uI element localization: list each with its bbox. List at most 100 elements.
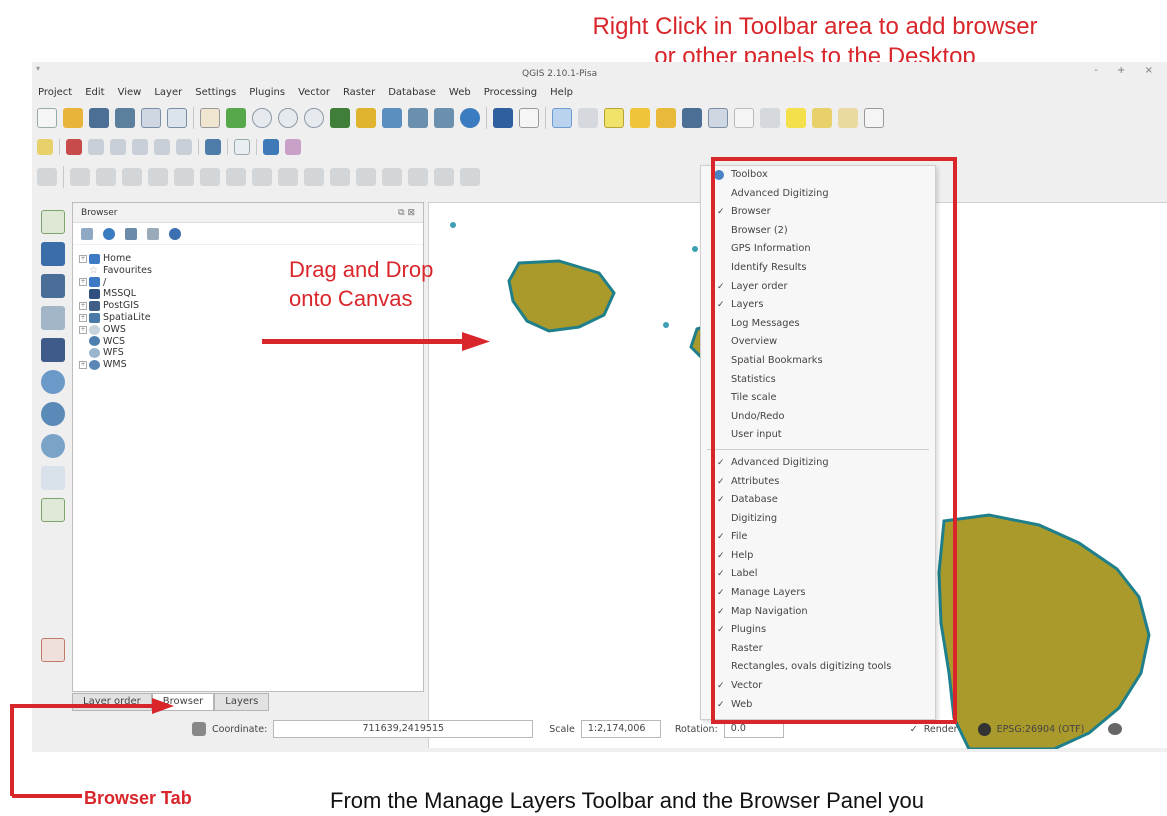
zoom-full-icon[interactable] <box>330 108 350 128</box>
zoom-last-icon[interactable] <box>408 108 428 128</box>
save-as-icon[interactable] <box>115 108 135 128</box>
zoom-in-icon[interactable] <box>252 108 272 128</box>
window-controls[interactable]: - + × <box>1094 65 1161 76</box>
split-features-icon[interactable] <box>330 168 350 186</box>
text-annotation-icon[interactable] <box>864 108 884 128</box>
redo-icon[interactable] <box>96 168 116 186</box>
measure-line-icon[interactable] <box>760 108 780 128</box>
whats-this-icon[interactable] <box>519 108 539 128</box>
composer-manager-icon[interactable] <box>167 108 187 128</box>
zoom-to-selection-icon[interactable] <box>356 108 376 128</box>
add-part-icon[interactable] <box>174 168 194 186</box>
render-checkbox[interactable]: ✓ <box>910 724 918 735</box>
filter-icon[interactable] <box>125 227 137 240</box>
tree-item-wms[interactable]: + WMS <box>79 359 423 371</box>
expression-select-icon[interactable] <box>656 108 676 128</box>
add-mssql-layer-icon[interactable] <box>41 338 65 362</box>
change-label-icon[interactable] <box>176 139 192 155</box>
tab-layers[interactable]: Layers <box>214 693 270 711</box>
identify-icon[interactable] <box>493 108 513 128</box>
panel-float-close-icons[interactable]: ⧉ ⊠ <box>398 203 415 223</box>
zoom-native-icon[interactable] <box>304 108 324 128</box>
rotate-symbols-icon[interactable] <box>434 168 454 186</box>
add-ring-icon[interactable] <box>148 168 168 186</box>
identify-features-icon[interactable] <box>552 108 572 128</box>
attribute-table-icon[interactable] <box>682 108 702 128</box>
db-manager-icon[interactable] <box>205 139 221 155</box>
reshape-icon[interactable] <box>278 168 298 186</box>
save-project-icon[interactable] <box>89 108 109 128</box>
menu-edit[interactable]: Edit <box>85 85 104 101</box>
menu-processing[interactable]: Processing <box>484 85 537 101</box>
new-vector-layer-icon[interactable] <box>41 498 65 522</box>
deselect-icon[interactable] <box>630 108 650 128</box>
csw-icon[interactable] <box>234 139 250 155</box>
zoom-out-icon[interactable] <box>278 108 298 128</box>
add-wcs-layer-icon[interactable] <box>41 402 65 426</box>
field-calculator-icon[interactable] <box>708 108 728 128</box>
show-bookmarks-icon[interactable] <box>838 108 858 128</box>
menu-settings[interactable]: Settings <box>195 85 236 101</box>
delete-ring-icon[interactable] <box>226 168 246 186</box>
refresh-icon[interactable] <box>103 227 115 240</box>
move-label-icon[interactable] <box>132 139 148 155</box>
new-bookmark-icon[interactable] <box>812 108 832 128</box>
layer-labeling-icon[interactable] <box>66 139 82 155</box>
menu-view[interactable]: View <box>118 85 142 101</box>
menu-raster[interactable]: Raster <box>343 85 375 101</box>
statistics-icon[interactable] <box>734 108 754 128</box>
window-menu-icon[interactable]: ▾ <box>36 64 40 73</box>
open-project-icon[interactable] <box>63 108 83 128</box>
toggle-editing-icon[interactable] <box>37 168 57 186</box>
menu-project[interactable]: Project <box>38 85 72 101</box>
add-vector-layer-icon[interactable] <box>41 210 65 234</box>
undo-icon[interactable] <box>70 168 90 186</box>
add-postgis-layer-icon[interactable] <box>41 274 65 298</box>
map-tips-icon[interactable] <box>786 108 806 128</box>
measure-icon[interactable] <box>578 108 598 128</box>
messages-icon[interactable] <box>1108 723 1123 735</box>
processing-toolbox-icon[interactable] <box>41 638 65 662</box>
add-spatialite-layer-icon[interactable] <box>41 306 65 330</box>
split-parts-icon[interactable] <box>356 168 376 186</box>
coordinate-field[interactable]: 711639,2419515 <box>273 720 534 738</box>
rotate-label-icon[interactable] <box>154 139 170 155</box>
label-abc-icon[interactable] <box>37 139 53 155</box>
menu-layer[interactable]: Layer <box>154 85 182 101</box>
new-project-icon[interactable] <box>37 108 57 128</box>
zoom-to-layer-icon[interactable] <box>382 108 402 128</box>
highlight-labels-icon[interactable] <box>110 139 126 155</box>
select-features-icon[interactable] <box>604 108 624 128</box>
properties-icon[interactable] <box>169 227 181 240</box>
crs-globe-icon[interactable] <box>977 722 991 736</box>
crs-label[interactable]: EPSG:26904 (OTF) <box>997 724 1085 735</box>
menu-help[interactable]: Help <box>550 85 573 101</box>
merge-attributes-icon[interactable] <box>408 168 428 186</box>
add-wms-layer-icon[interactable] <box>41 370 65 394</box>
add-selected-layers-icon[interactable] <box>81 227 93 240</box>
tree-item-spatialite[interactable]: + SpatiaLite <box>79 312 423 324</box>
pan-icon[interactable] <box>200 108 220 128</box>
menu-web[interactable]: Web <box>449 85 471 101</box>
python-console-icon[interactable] <box>263 139 279 155</box>
merge-features-icon[interactable] <box>382 168 402 186</box>
plugin-grid-icon[interactable] <box>285 139 301 155</box>
add-wfs-layer-icon[interactable] <box>41 434 65 458</box>
menu-plugins[interactable]: Plugins <box>249 85 285 101</box>
delete-part-icon[interactable] <box>252 168 272 186</box>
new-print-composer-icon[interactable] <box>141 108 161 128</box>
add-delimited-text-icon[interactable] <box>41 466 65 490</box>
add-raster-layer-icon[interactable] <box>41 242 65 266</box>
pan-to-selection-icon[interactable] <box>226 108 246 128</box>
rotate-feature-icon[interactable] <box>460 168 480 186</box>
offset-curve-icon[interactable] <box>304 168 324 186</box>
pin-labels-icon[interactable] <box>88 139 104 155</box>
fill-ring-icon[interactable] <box>200 168 220 186</box>
collapse-all-icon[interactable] <box>147 227 159 240</box>
menu-vector[interactable]: Vector <box>298 85 330 101</box>
refresh-icon[interactable] <box>460 108 480 128</box>
zoom-next-icon[interactable] <box>434 108 454 128</box>
simplify-feature-icon[interactable] <box>122 168 142 186</box>
scale-field[interactable]: 1:2,174,006 <box>580 720 661 738</box>
menu-database[interactable]: Database <box>388 85 436 101</box>
